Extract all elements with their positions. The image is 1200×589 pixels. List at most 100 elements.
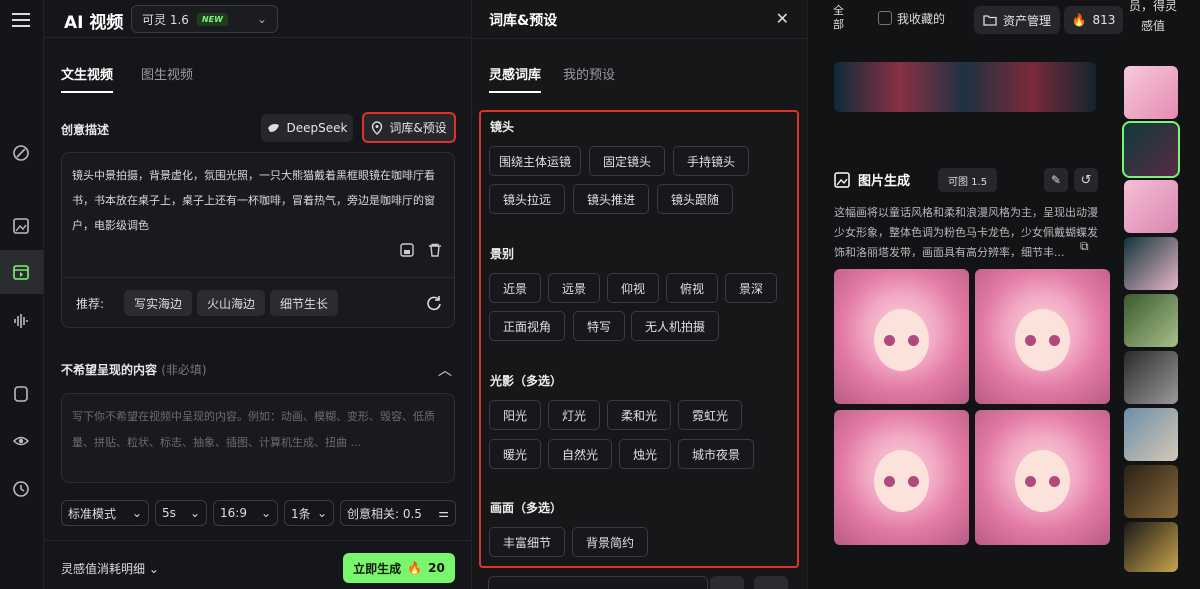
refresh-icon[interactable] xyxy=(426,295,442,311)
canvas-icon[interactable] xyxy=(10,383,32,405)
gallery-toolbar: 全部 我收藏的 资产管理 🔥 813 xyxy=(808,0,1123,38)
recommend-chip[interactable]: 细节生长 xyxy=(270,290,339,316)
category-title: 景别 xyxy=(490,247,515,261)
asset-management-button[interactable]: 资产管理 xyxy=(974,6,1060,34)
side-promo-text[interactable]: 员，得灵感值 xyxy=(1128,0,1178,36)
tag-button[interactable]: 仰视 xyxy=(607,273,659,303)
tag-button[interactable]: 俯视 xyxy=(666,273,718,303)
recommend-chip[interactable]: 写实海边 xyxy=(124,290,193,316)
tag-button[interactable]: 近景 xyxy=(489,273,541,303)
tag-button[interactable]: 远景 xyxy=(548,273,600,303)
tag-button[interactable]: 正面视角 xyxy=(489,311,565,341)
tag-button[interactable]: 城市夜景 xyxy=(678,439,754,469)
eye-icon[interactable] xyxy=(10,430,32,452)
save-icon[interactable] xyxy=(400,243,414,257)
ratio-select[interactable]: 16:9 ⌄ xyxy=(213,500,278,526)
tag-button[interactable]: 背景简约 xyxy=(572,527,648,557)
generated-image[interactable] xyxy=(834,269,969,404)
tag-button[interactable]: 柔和光 xyxy=(607,400,671,430)
tag-button[interactable]: 丰富细节 xyxy=(489,527,565,557)
app-root: AI 视频 可灵 1.6 NEW ⌄ 文生视频 图生视频 创意描述 DeepSe… xyxy=(0,0,1200,589)
tag-button[interactable]: 阳光 xyxy=(489,400,541,430)
sliders-icon: ⚌ xyxy=(438,506,449,520)
tag-button[interactable]: 镜头跟随 xyxy=(657,184,733,214)
favorites-checkbox[interactable] xyxy=(878,11,892,25)
history-thumbnail[interactable] xyxy=(1124,180,1178,233)
recommend-row: 推荐: 写实海边 火山海边 细节生长 xyxy=(62,277,454,327)
chevron-down-icon: ⌄ xyxy=(260,506,271,520)
duration-select[interactable]: 5s ⌄ xyxy=(155,500,207,526)
library-title: 词库&预设 xyxy=(489,13,558,29)
explore-icon[interactable] xyxy=(10,142,32,164)
tab-text-to-video[interactable]: 文生视频 xyxy=(61,64,114,93)
history-thumbnail[interactable] xyxy=(1124,294,1178,347)
tag-button[interactable]: 无人机拍摄 xyxy=(631,311,719,341)
tag-button[interactable]: 烛光 xyxy=(619,439,671,469)
tag-button[interactable]: 固定镜头 xyxy=(589,146,665,176)
trash-icon[interactable] xyxy=(428,243,442,257)
tag-button[interactable]: 镜头推进 xyxy=(573,184,649,214)
history-thumbnail[interactable] xyxy=(1124,66,1178,119)
tag-button[interactable]: 镜头拉远 xyxy=(489,184,565,214)
edit-icon[interactable]: ✎ xyxy=(1044,168,1068,192)
relevance-value: 创意相关: 0.5 xyxy=(347,506,422,521)
model-select[interactable]: 可灵 1.6 NEW ⌄ xyxy=(131,5,278,33)
tag-button[interactable]: 手持镜头 xyxy=(673,146,749,176)
deepseek-button[interactable]: DeepSeek xyxy=(261,114,353,142)
generated-image[interactable] xyxy=(975,269,1110,404)
history-thumbnail[interactable] xyxy=(1122,121,1180,178)
generated-image[interactable] xyxy=(834,410,969,545)
history-thumbnail[interactable] xyxy=(1124,351,1178,404)
category-title: 画面（多选） xyxy=(490,501,563,515)
ratio-value: 16:9 xyxy=(220,506,247,520)
category-title: 镜头 xyxy=(490,120,515,134)
history-thumbnail[interactable] xyxy=(1124,408,1178,461)
chevron-up-icon[interactable]: ︿ xyxy=(438,360,452,380)
tag-button[interactable]: 霓虹光 xyxy=(678,400,742,430)
negative-prompt-input[interactable]: 写下你不希望在视频中呈现的内容。例如：动画、模糊、变形、毁容、低质量、拼贴、粒状… xyxy=(61,393,455,483)
tag-button[interactable]: 特写 xyxy=(573,311,625,341)
generate-button[interactable]: 立即生成 🔥 20 xyxy=(343,553,455,583)
library-panel: 词库&预设 ✕ 灵感词库 我的预设 镜头 围绕主体运镜 固定镜头 手持镜头 镜头… xyxy=(472,0,808,589)
menu-icon[interactable] xyxy=(10,9,32,31)
prompt-textarea[interactable]: 镜头中景拍摄，背景虚化，氛围光照，一只大熊猫戴着黑框眼镜在咖啡厅看书，书本放在桌… xyxy=(61,152,455,328)
library-add-button[interactable] xyxy=(754,576,788,589)
library-search-input[interactable] xyxy=(488,576,708,589)
tab-inspiration-library[interactable]: 灵感词库 xyxy=(489,64,542,93)
audio-icon[interactable] xyxy=(10,310,32,332)
tag-button[interactable]: 自然光 xyxy=(548,439,612,469)
chevron-down-icon: ⌄ xyxy=(316,506,327,520)
undo-icon[interactable]: ↺ xyxy=(1074,168,1098,192)
count-select[interactable]: 1条 ⌄ xyxy=(284,500,334,526)
credits-badge[interactable]: 🔥 813 xyxy=(1064,6,1123,34)
video-icon[interactable] xyxy=(10,261,32,283)
mode-select[interactable]: 标准模式 ⌄ xyxy=(61,500,149,526)
tag-button[interactable]: 暖光 xyxy=(489,439,541,469)
image-icon[interactable] xyxy=(10,215,32,237)
relevance-control[interactable]: 创意相关: 0.5 ⚌ xyxy=(340,500,456,526)
cost-detail-link[interactable]: 灵感值消耗明细 ⌄ xyxy=(61,560,159,577)
history-thumbnail[interactable] xyxy=(1124,465,1178,518)
tab-image-to-video[interactable]: 图生视频 xyxy=(141,64,193,93)
history-thumbnail[interactable] xyxy=(1124,522,1178,572)
history-thumbnail[interactable] xyxy=(1124,237,1178,290)
tag-button[interactable]: 灯光 xyxy=(548,400,600,430)
video-thumbnail[interactable] xyxy=(834,62,1096,112)
recommend-chip[interactable]: 火山海边 xyxy=(197,290,266,316)
tag-button[interactable]: 景深 xyxy=(725,273,777,303)
recommend-label: 推荐: xyxy=(76,297,105,311)
close-icon[interactable]: ✕ xyxy=(776,9,789,28)
copy-icon[interactable]: ⧉ xyxy=(1080,239,1089,254)
tag-button[interactable]: 围绕主体运镜 xyxy=(489,146,581,176)
my-favorites-label[interactable]: 我收藏的 xyxy=(897,10,945,27)
duration-value: 5s xyxy=(162,506,176,520)
left-rail xyxy=(0,0,44,589)
tab-my-presets[interactable]: 我的预设 xyxy=(563,64,615,93)
history-icon[interactable] xyxy=(10,478,32,500)
image-gen-header: 图片生成 xyxy=(834,170,910,189)
library-preset-label: 词库&预设 xyxy=(389,121,447,135)
library-action-button[interactable] xyxy=(710,576,744,589)
filter-all[interactable]: 全部 xyxy=(833,4,847,32)
library-preset-button[interactable]: 词库&预设 xyxy=(362,112,456,143)
generated-image[interactable] xyxy=(975,410,1110,545)
